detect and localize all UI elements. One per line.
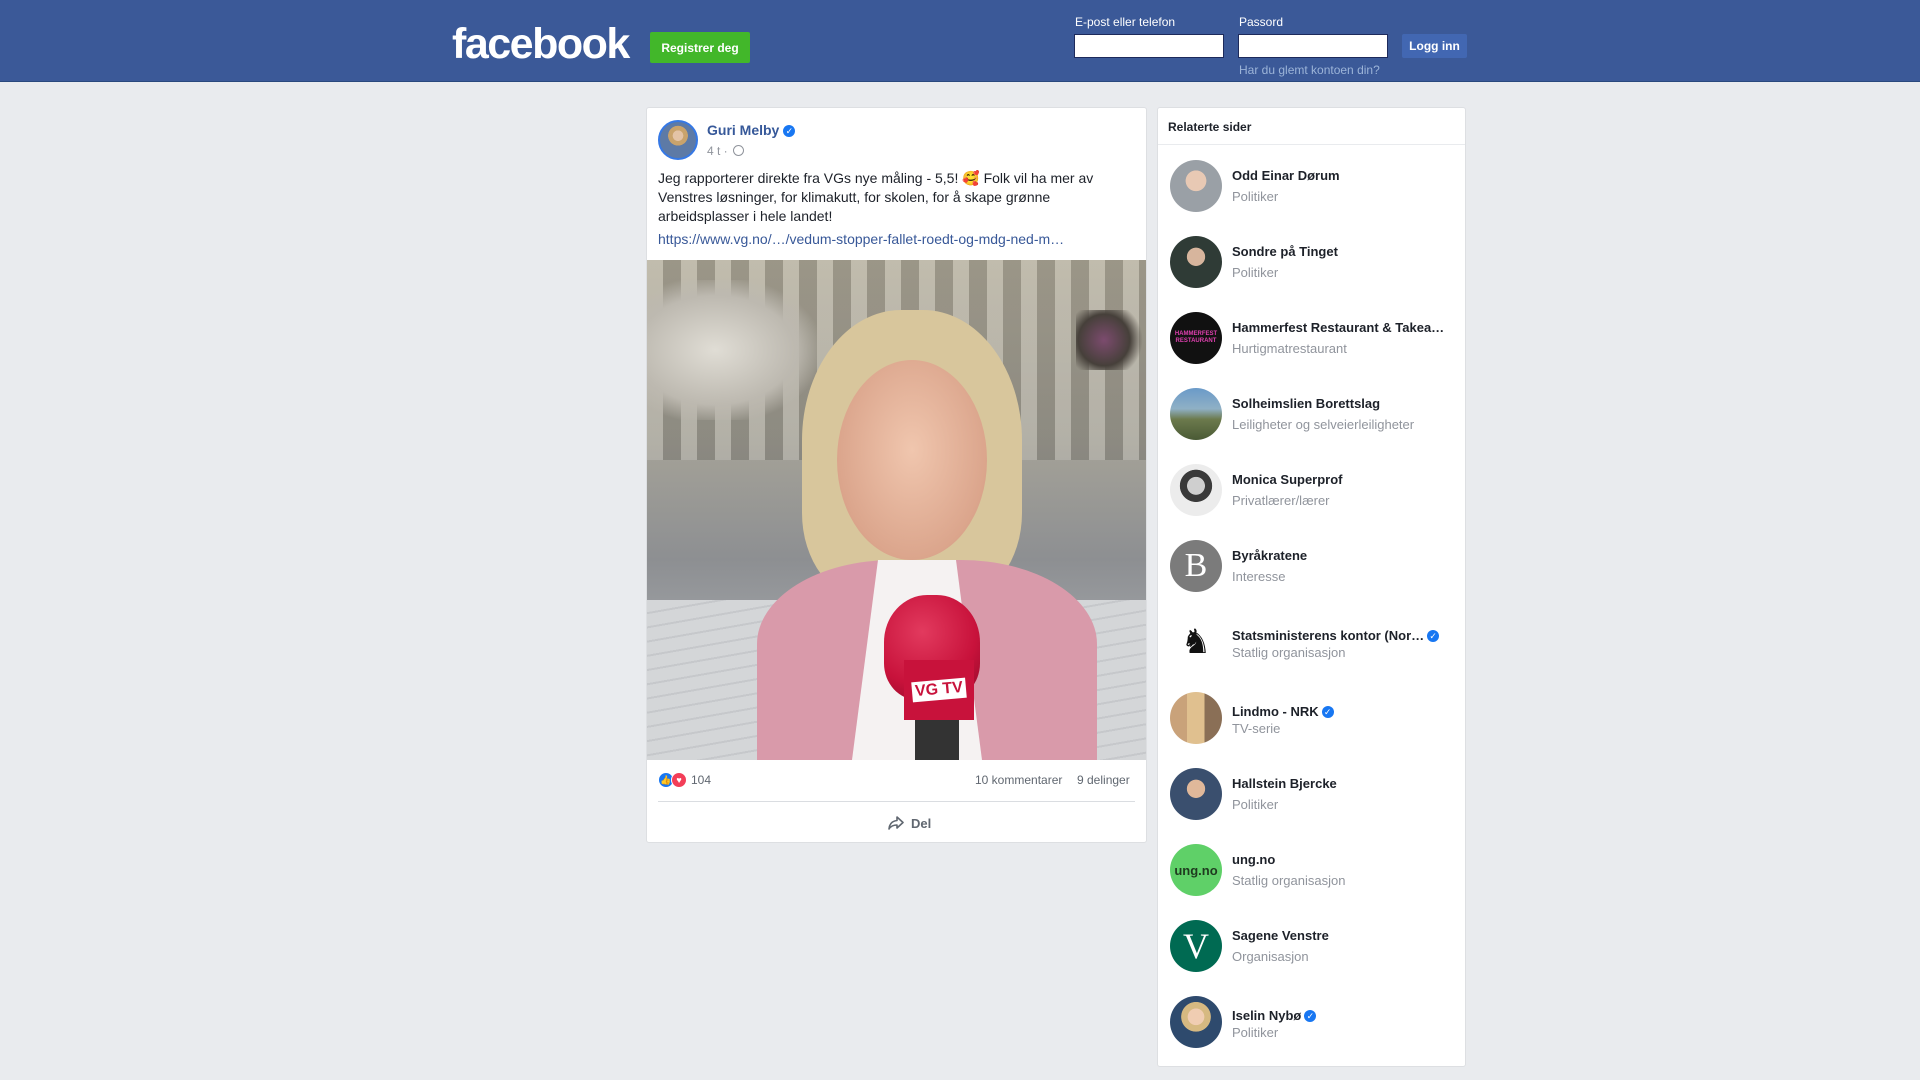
- related-divider: [1158, 144, 1465, 145]
- post-meta: 4 t ·: [707, 144, 745, 158]
- related-item[interactable]: Odd Einar Dørum Politiker: [1158, 148, 1465, 224]
- reactions-summary[interactable]: 👍 ♥ 104: [658, 772, 711, 788]
- related-name[interactable]: Sondre på Tinget: [1232, 244, 1457, 259]
- related-item[interactable]: Sondre på Tinget Politiker: [1158, 224, 1465, 300]
- related-category: Leiligheter og selveierleiligheter: [1232, 417, 1415, 432]
- post-author-name[interactable]: Guri Melby: [707, 122, 779, 138]
- reaction-count: 104: [691, 773, 712, 787]
- photo-person-face: [837, 360, 987, 560]
- related-category: Privatlærer/lærer: [1232, 493, 1330, 508]
- post-card: Guri Melby ✓ 4 t · Jeg rapporterer direkt…: [646, 107, 1147, 843]
- related-category: Politiker: [1232, 1025, 1279, 1040]
- related-avatar[interactable]: ung.no: [1170, 844, 1222, 896]
- related-name-text[interactable]: Statsministerens kontor (Nor…: [1232, 628, 1424, 643]
- related-name[interactable]: Statsministerens kontor (Nor… ✓: [1232, 628, 1457, 643]
- author-avatar[interactable]: [658, 120, 698, 160]
- verified-badge-icon: ✓: [1304, 1010, 1317, 1022]
- share-button[interactable]: Del: [887, 811, 931, 835]
- top-bar: facebook Registrer deg E-post eller tele…: [0, 0, 1920, 82]
- verified-badge-icon: ✓: [1427, 630, 1440, 642]
- related-item[interactable]: Monica Superprof Privatlærer/lærer: [1158, 452, 1465, 528]
- shares-count[interactable]: 9 delinger: [1077, 773, 1130, 787]
- related-category: Organisasjon: [1232, 949, 1309, 964]
- related-item[interactable]: Hallstein Bjercke Politiker: [1158, 756, 1465, 832]
- register-button[interactable]: Registrer deg: [650, 32, 750, 63]
- related-name[interactable]: ung.no: [1232, 852, 1457, 867]
- related-name[interactable]: Monica Superprof: [1232, 472, 1457, 487]
- related-category: TV-serie: [1232, 721, 1281, 736]
- related-item[interactable]: Iselin Nybø ✓ Politiker: [1158, 984, 1465, 1060]
- post-author[interactable]: Guri Melby ✓: [707, 122, 796, 138]
- related-category: Politiker: [1232, 797, 1279, 812]
- share-icon: [888, 816, 904, 830]
- microphone-flag: VG TV: [904, 660, 974, 720]
- post-time[interactable]: 4 t: [707, 144, 720, 158]
- related-name-text[interactable]: Lindmo - NRK: [1232, 704, 1319, 719]
- email-label: E-post eller telefon: [1075, 15, 1176, 29]
- ungno-logo-icon: ung.no: [1174, 862, 1218, 878]
- related-category: Interesse: [1232, 569, 1286, 584]
- related-item[interactable]: ung.no ung.no Statlig organisasjon: [1158, 832, 1465, 908]
- comments-count[interactable]: 10 kommentarer: [975, 773, 1062, 787]
- post-text: Jeg rapporterer direkte fra VGs nye måli…: [658, 170, 1094, 224]
- post-photo[interactable]: VG TV: [647, 260, 1146, 760]
- related-name[interactable]: Sagene Venstre: [1232, 928, 1457, 943]
- login-button[interactable]: Logg inn: [1402, 34, 1467, 58]
- related-item[interactable]: ♞ Statsministerens kontor (Nor… ✓ Statlig…: [1158, 604, 1465, 680]
- related-avatar[interactable]: [1170, 236, 1222, 288]
- related-category: Politiker: [1232, 265, 1279, 280]
- photo-flowers: [1076, 310, 1146, 370]
- post-divider: [658, 801, 1135, 802]
- related-name[interactable]: Lindmo - NRK ✓: [1232, 704, 1457, 719]
- related-item[interactable]: Lindmo - NRK ✓ TV-serie: [1158, 680, 1465, 756]
- related-item[interactable]: B Byråkratene Interesse: [1158, 528, 1465, 604]
- related-avatar[interactable]: HAMMERFEST RESTAURANT: [1170, 312, 1222, 364]
- photo-lion-statue: [647, 280, 817, 420]
- facebook-logo[interactable]: facebook: [452, 20, 630, 69]
- related-avatar[interactable]: B: [1170, 540, 1222, 592]
- related-name-text[interactable]: Iselin Nybø: [1232, 1008, 1301, 1023]
- related-name[interactable]: Hammerfest Restaurant & Takea…: [1232, 320, 1457, 335]
- lion-crest-icon: ♞: [1180, 623, 1212, 661]
- related-category: Hurtigmatrestaurant: [1232, 341, 1347, 356]
- password-input[interactable]: [1238, 34, 1388, 58]
- microphone-handle: [915, 720, 959, 760]
- related-item[interactable]: V Sagene Venstre Organisasjon: [1158, 908, 1465, 984]
- related-name[interactable]: Hallstein Bjercke: [1232, 776, 1457, 791]
- love-reaction-icon: ♥: [671, 772, 687, 788]
- related-name[interactable]: Solheimslien Borettslag: [1232, 396, 1457, 411]
- globe-icon: [733, 145, 745, 156]
- related-category: Statlig organisasjon: [1232, 873, 1346, 888]
- related-name[interactable]: Odd Einar Dørum: [1232, 168, 1457, 183]
- related-pages-title: Relaterte sider: [1168, 120, 1252, 134]
- related-avatar[interactable]: ♞: [1170, 616, 1222, 668]
- related-item[interactable]: Solheimslien Borettslag Leiligheter og s…: [1158, 376, 1465, 452]
- forgot-account-link[interactable]: Har du glemt kontoen din?: [1239, 63, 1380, 77]
- related-avatar[interactable]: V: [1170, 920, 1222, 972]
- verified-badge-icon: ✓: [783, 125, 796, 137]
- related-avatar[interactable]: [1170, 692, 1222, 744]
- related-category: Politiker: [1232, 189, 1279, 204]
- letter-b-icon: B: [1184, 547, 1208, 584]
- related-pages-card: Relaterte sider Odd Einar Dørum Politike…: [1157, 107, 1466, 1067]
- related-avatar[interactable]: [1170, 464, 1222, 516]
- related-avatar[interactable]: [1170, 388, 1222, 440]
- related-item[interactable]: HAMMERFEST RESTAURANT Hammerfest Restaura…: [1158, 300, 1465, 376]
- email-input[interactable]: [1074, 34, 1224, 58]
- verified-badge-icon: ✓: [1321, 706, 1334, 718]
- related-avatar[interactable]: [1170, 768, 1222, 820]
- related-name[interactable]: Iselin Nybø ✓: [1232, 1008, 1457, 1023]
- password-label: Passord: [1239, 15, 1284, 29]
- post-link[interactable]: https://www.vg.no/…/vedum-stopper-fallet…: [658, 231, 1064, 247]
- share-label: Del: [911, 815, 932, 831]
- related-avatar[interactable]: [1170, 160, 1222, 212]
- related-avatar[interactable]: [1170, 996, 1222, 1048]
- related-category: Statlig organisasjon: [1232, 645, 1346, 660]
- venstre-logo-icon: V: [1183, 926, 1209, 966]
- restaurant-logo-icon: HAMMERFEST RESTAURANT: [1174, 331, 1218, 344]
- related-name[interactable]: Byråkratene: [1232, 548, 1457, 563]
- microphone-logo: VG TV: [911, 677, 967, 703]
